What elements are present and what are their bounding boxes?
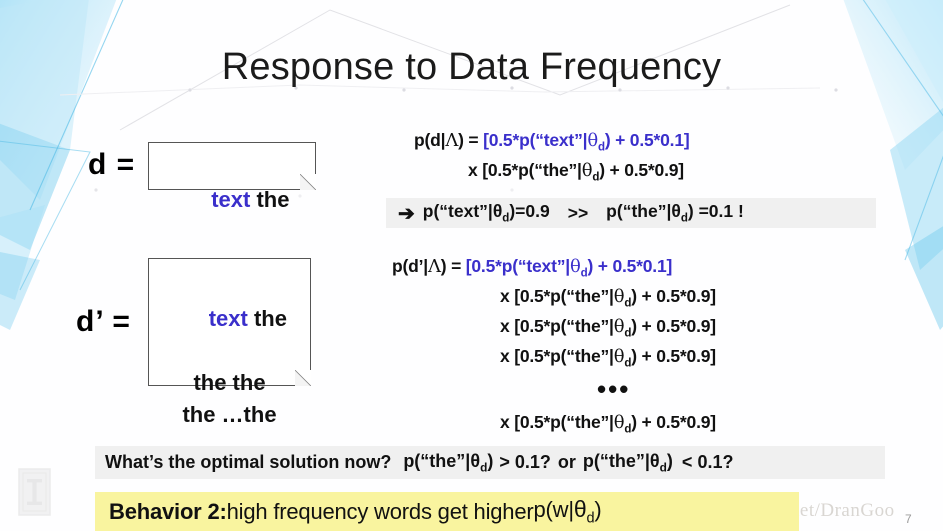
doc-dprime-line-2: the the [193,370,266,396]
question-banner: What’s the optimal solution now? p(“the”… [95,446,885,479]
page-fold-corner-icon [300,174,316,190]
option-b-comparator: < [681,452,693,472]
doc-dprime-line-3: the …the [182,402,277,428]
page-title: Response to Data Frequency [221,46,722,88]
equation-1-rhs: [0.5*p(“text”|θd) + 0.5*0.1] [483,130,690,154]
behavior-expression: p(w|θd) [533,496,602,527]
vertical-ellipsis: ••• [597,374,631,404]
option-a-expression: p(“the”|θd) [403,450,494,475]
comparison-right-expression: p(“the”|θd) =0.1 ! [606,201,744,225]
comparison-banner: ➔ p(“text”|θd)=0.9 >> p(“the”|θd) =0.1 ! [386,198,876,228]
doc-dprime-word-text: text [208,306,248,332]
behavior-label-bold: Behavior 2: [109,498,227,524]
equation-2-lhs: p(d’|Λ) = [392,256,466,277]
behavior-description: high frequency words get higher [226,498,534,524]
equation-2-repeat-1-text: x [0.5*p(“the”|θd) + 0.5*0.9] [500,286,716,310]
equation-1-lhs: p(d|Λ) = [414,130,484,151]
doc-box-dprime: text the the the the …the [148,258,311,427]
behavior-banner: Behavior 2: high frequency words get hig… [95,492,799,531]
equation-2-final-text: x [0.5*p(“the”|θd) + 0.5*0.9] [500,412,716,436]
equation-2-repeat-1: x [0.5*p(“the”|θd) + 0.5*0.9] [500,286,716,310]
doc-label-d: d = [88,148,136,181]
doc-label-dprime: d’ = [76,305,131,338]
equation-1-line-2: x [0.5*p(“the”|θd) + 0.5*0.9] [468,160,684,184]
equation-2-final-line: x [0.5*p(“the”|θd) + 0.5*0.9] [500,412,716,436]
pillar-logo-icon [18,468,51,516]
equation-2-rhs: [0.5*p(“text”|θd) + 0.5*0.1] [465,256,673,280]
doc-box-d: text the [148,142,316,212]
comparison-operator: >> [567,202,589,223]
option-b-value: 0.1? [697,452,734,472]
equation-2-line-1: p(d’|Λ) = [0.5*p(“text”|θd) + 0.5*0.1] [392,256,672,280]
slide-canvas: Response to Data Frequency d = text the … [0,0,943,531]
doc-d-word-text: text [211,187,251,213]
option-b-expression: p(“the”|θd) [582,450,673,475]
doc-d-line-1: text the [149,152,315,248]
equation-2-repeat-2: x [0.5*p(“the”|θd) + 0.5*0.9] [500,316,716,340]
question-prompt: What’s the optimal solution now? [105,452,392,472]
arrow-right-icon: ➔ [398,202,415,225]
equation-2-repeat-2-text: x [0.5*p(“the”|θd) + 0.5*0.9] [500,316,716,340]
option-a-comparator: > [499,452,510,472]
doc-dprime-line-1: text the [149,271,310,367]
equation-1-line-1: p(d|Λ) = [0.5*p(“text”|θd) + 0.5*0.1] [414,130,690,154]
option-a-value: 0.1? [514,452,551,472]
behavior-label: Behavior 2: [109,499,227,525]
page-fold-corner-icon [295,370,311,386]
equation-2-repeat-3-text: x [0.5*p(“the”|θd) + 0.5*0.9] [500,346,716,370]
doc-dprime-word-the: the [247,306,287,332]
doc-d-word-the: the [250,187,290,213]
page-number: 7 [905,512,912,526]
comparison-left-expression: p(“text”|θd)=0.9 [422,201,550,225]
question-conjunction: or [557,452,576,472]
equation-1-line-2-text: x [0.5*p(“the”|θd) + 0.5*0.9] [468,160,684,184]
equation-2-repeat-3: x [0.5*p(“the”|θd) + 0.5*0.9] [500,346,716,370]
